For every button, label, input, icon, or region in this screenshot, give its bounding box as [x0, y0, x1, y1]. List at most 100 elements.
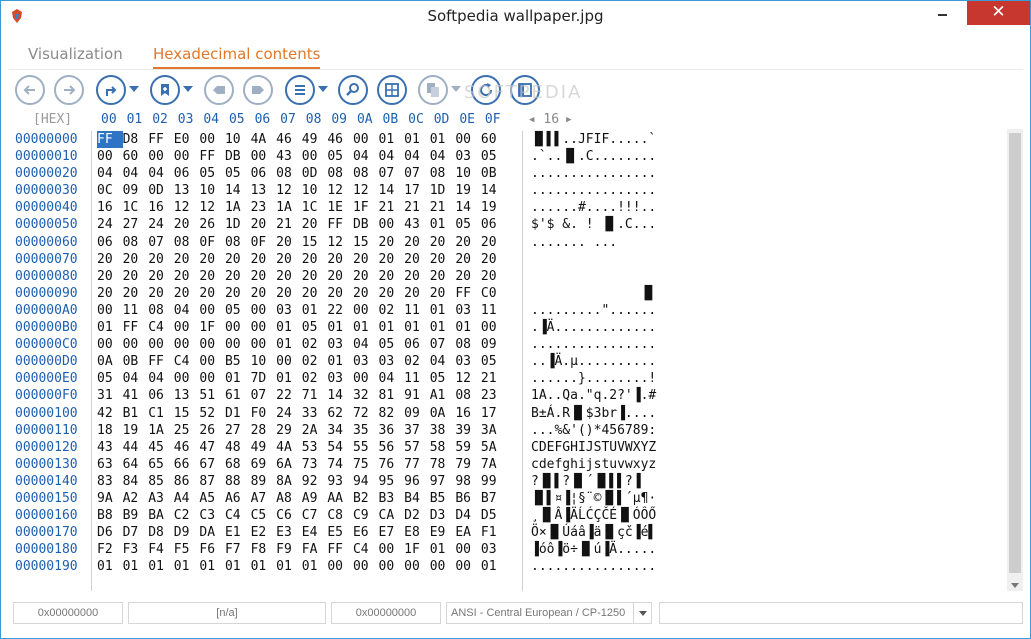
hex-byte[interactable]: 39 [455, 422, 481, 439]
hex-byte[interactable]: A9 [302, 490, 328, 507]
hex-byte[interactable]: 20 [251, 285, 277, 302]
hex-byte[interactable]: 12 [455, 370, 481, 387]
hex-byte[interactable]: 0B [481, 165, 507, 182]
hex-byte[interactable]: C5 [251, 507, 277, 524]
offset-cell[interactable]: 00000040 [15, 199, 90, 216]
ascii-row[interactable]: ▐▌▌¤▐¦§¨©▐▌▌´µ¶· [531, 490, 699, 507]
hex-byte[interactable]: 6A [276, 456, 302, 473]
hex-byte[interactable]: 45 [148, 439, 174, 456]
hex-byte[interactable]: D9 [174, 524, 200, 541]
hex-byte[interactable]: 24 [276, 405, 302, 422]
hex-row[interactable]: F2 F3 F4 F5 F6 F7 F8 F9 FA FF C4 00 1F 01 00 03 [97, 541, 512, 558]
close-button[interactable]: ✕ [967, 1, 1030, 25]
hex-byte[interactable]: FF [327, 541, 353, 558]
hex-row[interactable]: 06 08 07 08 0F 08 0F 20 15 12 15 20 20 20 20 20 [97, 234, 512, 251]
hex-byte[interactable]: 38 [430, 422, 456, 439]
hex-byte[interactable]: 88 [225, 473, 251, 490]
hex-byte[interactable]: 20 [225, 268, 251, 285]
hex-byte[interactable]: 20 [199, 251, 225, 268]
hex-byte[interactable]: 03 [455, 353, 481, 370]
offset-cell[interactable]: 00000060 [15, 234, 90, 251]
hex-byte[interactable]: A8 [276, 490, 302, 507]
ascii-row[interactable]: ................ [531, 336, 699, 353]
ascii-row[interactable]: $'$ &. ! ▐▌.C... [531, 216, 699, 233]
hex-byte[interactable]: E7 [379, 524, 405, 541]
hex-byte[interactable]: 00 [353, 302, 379, 319]
chevron-down-icon[interactable] [633, 603, 651, 623]
hex-byte[interactable]: E4 [302, 524, 328, 541]
hex-byte[interactable]: 31 [97, 387, 123, 404]
hex-byte[interactable]: 3A [481, 422, 507, 439]
hex-byte[interactable]: D8 [123, 131, 149, 148]
ascii-row[interactable]: ....... ... [531, 234, 699, 251]
hex-byte[interactable]: FA [302, 541, 328, 558]
hex-byte[interactable]: 1C [123, 199, 149, 216]
hex-byte[interactable]: 56 [379, 439, 405, 456]
hex-row[interactable]: 42 B1 C1 15 52 D1 F0 24 33 62 72 82 09 0A 16 17 [97, 405, 512, 422]
hex-byte[interactable]: C0 [481, 285, 507, 302]
hex-byte[interactable]: 10 [199, 182, 225, 199]
hex-byte[interactable]: B3 [379, 490, 405, 507]
page-size-value[interactable]: 16 [543, 112, 559, 127]
hex-byte[interactable]: 08 [123, 234, 149, 251]
hex-byte[interactable]: FF [148, 353, 174, 370]
hex-byte[interactable]: 94 [353, 473, 379, 490]
hex-byte[interactable]: 0A [430, 405, 456, 422]
ascii-row[interactable]: .`..▐▌.C........ [531, 148, 699, 165]
hex-row[interactable]: 01 01 01 01 01 01 01 01 01 00 00 00 00 00 00 01 [97, 558, 512, 575]
hex-byte[interactable]: 01 [123, 558, 149, 575]
hex-byte[interactable]: 44 [123, 439, 149, 456]
hex-byte[interactable]: 20 [455, 234, 481, 251]
hex-row[interactable]: 00 60 00 00 FF DB 00 43 00 05 04 04 04 04 03 05 [97, 148, 512, 165]
hex-byte[interactable]: 10 [225, 131, 251, 148]
hex-byte[interactable]: 04 [174, 302, 200, 319]
hex-byte[interactable]: C2 [174, 507, 200, 524]
hex-byte[interactable]: 20 [302, 268, 328, 285]
hex-byte[interactable]: 98 [455, 473, 481, 490]
jump-icon[interactable] [96, 75, 126, 105]
hex-byte[interactable]: 17 [404, 182, 430, 199]
hex-byte[interactable]: 00 [174, 148, 200, 165]
hex-byte[interactable]: 43 [404, 216, 430, 233]
hex-byte[interactable]: 01 [97, 558, 123, 575]
hex-byte[interactable]: 02 [302, 353, 328, 370]
hex-byte[interactable]: 15 [302, 234, 328, 251]
page-next-icon[interactable]: ▶ [566, 115, 571, 125]
hex-byte[interactable]: 37 [404, 422, 430, 439]
hex-byte[interactable]: C4 [174, 353, 200, 370]
hex-byte[interactable]: 20 [430, 251, 456, 268]
hex-byte[interactable]: 01 [276, 370, 302, 387]
hex-byte[interactable]: 00 [379, 541, 405, 558]
prev-bookmark-icon[interactable] [204, 75, 234, 105]
hex-byte[interactable]: 1D [225, 216, 251, 233]
hex-byte[interactable]: 02 [379, 302, 405, 319]
hex-byte[interactable]: DA [199, 524, 225, 541]
hex-byte[interactable]: 65 [148, 456, 174, 473]
hex-byte[interactable]: 52 [199, 405, 225, 422]
hex-byte[interactable]: 1A [148, 422, 174, 439]
offset-cell[interactable]: 00000110 [15, 422, 90, 439]
list-icon[interactable] [285, 75, 315, 105]
hex-byte[interactable]: 20 [353, 251, 379, 268]
hex-byte[interactable]: 72 [353, 405, 379, 422]
hex-byte[interactable]: 33 [302, 405, 328, 422]
hex-byte[interactable]: 05 [302, 319, 328, 336]
hex-byte[interactable]: 46 [327, 131, 353, 148]
hex-byte[interactable]: 13 [251, 182, 277, 199]
hex-byte[interactable]: 20 [251, 216, 277, 233]
ascii-row[interactable]: cdefghijstuvwxyz [531, 456, 699, 473]
hex-byte[interactable]: 32 [353, 387, 379, 404]
hex-byte[interactable]: 20 [455, 268, 481, 285]
hex-byte[interactable]: C4 [353, 541, 379, 558]
hex-byte[interactable]: 04 [404, 148, 430, 165]
hex-byte[interactable]: 00 [353, 558, 379, 575]
ascii-row[interactable]: ................ [531, 165, 699, 182]
hex-byte[interactable]: 20 [353, 285, 379, 302]
hex-row[interactable]: 05 04 04 00 00 01 7D 01 02 03 00 04 11 05 12 21 [97, 370, 512, 387]
hex-byte[interactable]: 20 [276, 285, 302, 302]
hex-byte[interactable]: 16 [455, 405, 481, 422]
hex-byte[interactable]: 69 [251, 456, 277, 473]
hex-byte[interactable]: E5 [327, 524, 353, 541]
hex-byte[interactable]: 04 [430, 353, 456, 370]
hex-byte[interactable]: 7A [481, 456, 507, 473]
